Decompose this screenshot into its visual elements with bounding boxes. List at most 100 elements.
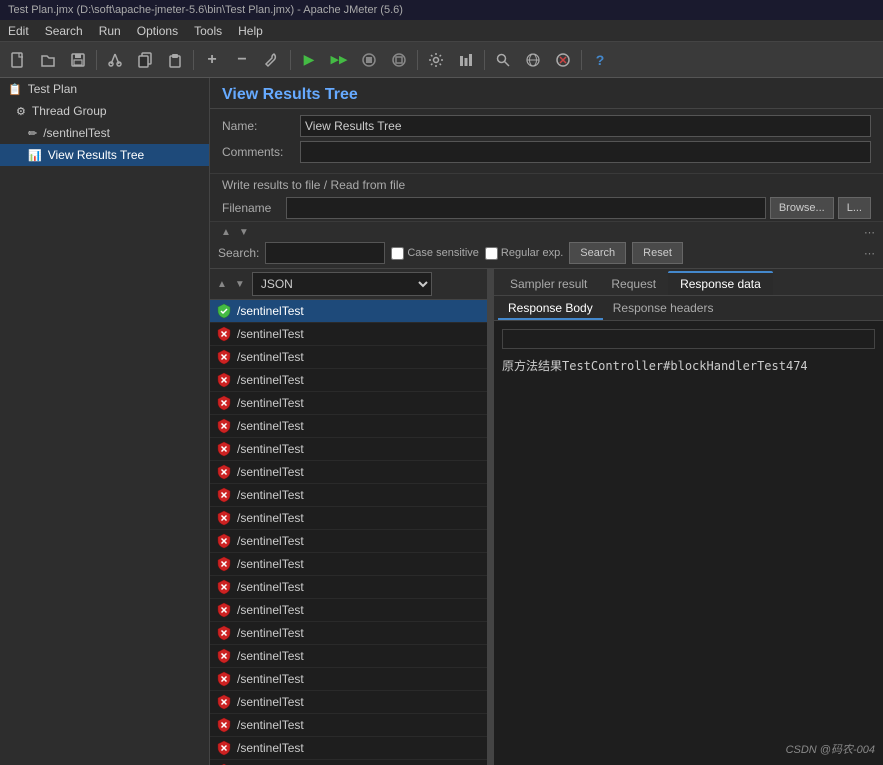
subtab-response-headers[interactable]: Response headers (603, 298, 724, 320)
comments-row: Comments: (222, 141, 871, 163)
result-item[interactable]: /sentinelTest (210, 691, 487, 714)
fail-icon (216, 510, 232, 526)
result-item-label: /sentinelTest (237, 580, 304, 594)
result-item[interactable]: /sentinelTest (210, 415, 487, 438)
sidebar-item-test-plan[interactable]: 📋 Test Plan (0, 78, 209, 100)
menu-run[interactable]: Run (91, 22, 129, 40)
result-item[interactable]: /sentinelTest (210, 392, 487, 415)
response-bar (502, 329, 875, 349)
subtab-response-body[interactable]: Response Body (498, 298, 603, 320)
detail-tabs: Sampler result Request Response data (494, 269, 883, 296)
menu-help[interactable]: Help (230, 22, 271, 40)
sidebar-item-view-results-tree[interactable]: 📊 View Results Tree (0, 144, 209, 166)
remote-stop-button[interactable] (549, 46, 577, 74)
result-item[interactable]: /sentinelTest (210, 507, 487, 530)
name-input[interactable] (300, 115, 871, 137)
results-area: ▲ ▼ JSON Text HTML XML Regexp Tester CSS… (210, 269, 883, 765)
result-item[interactable]: /sentinelTest (210, 369, 487, 392)
search-input[interactable] (265, 242, 385, 264)
cut-button[interactable] (101, 46, 129, 74)
save-button[interactable] (64, 46, 92, 74)
format-nav-down[interactable]: ▼ (232, 278, 248, 291)
top-dots-button[interactable]: ⋯ (864, 226, 875, 239)
settings-button[interactable] (422, 46, 450, 74)
format-bar: ▲ ▼ JSON Text HTML XML Regexp Tester CSS… (210, 269, 487, 300)
fail-icon (216, 395, 232, 411)
result-item[interactable]: /sentinelTest (210, 599, 487, 622)
format-select[interactable]: JSON Text HTML XML Regexp Tester CSS/JQu… (252, 272, 432, 296)
result-item[interactable]: /sentinelTest (210, 645, 487, 668)
result-item[interactable]: /sentinelTest (210, 300, 487, 323)
title-text: Test Plan.jmx (D:\soft\apache-jmeter-5.6… (8, 4, 403, 16)
tab-response-data[interactable]: Response data (668, 271, 773, 295)
info-button[interactable]: ? (586, 46, 614, 74)
format-nav-up[interactable]: ▲ (214, 278, 230, 291)
case-sensitive-label[interactable]: Case sensitive (391, 247, 479, 260)
menu-options[interactable]: Options (129, 22, 186, 40)
toolbar: + − ▶ ▶▶ ? (0, 42, 883, 78)
format-nav-arrows: ▲ ▼ (214, 278, 248, 291)
result-item-label: /sentinelTest (237, 373, 304, 387)
result-item[interactable]: /sentinelTest (210, 576, 487, 599)
menu-search[interactable]: Search (37, 22, 91, 40)
form-section: Name: Comments: (210, 109, 883, 174)
filename-input[interactable] (286, 197, 766, 219)
remove-button[interactable]: − (228, 46, 256, 74)
nav-up-icon[interactable]: ▲ (218, 226, 234, 239)
tab-sampler-result[interactable]: Sampler result (498, 271, 599, 295)
sidebar-item-sentinel-test[interactable]: ✏ /sentinelTest (0, 122, 209, 144)
result-item-label: /sentinelTest (237, 488, 304, 502)
fail-icon (216, 579, 232, 595)
sidebar-item-thread-group[interactable]: ⚙ Thread Group (0, 100, 209, 122)
result-item[interactable]: /sentinelTest (210, 668, 487, 691)
remote-start-button[interactable] (519, 46, 547, 74)
filename-label: Filename (222, 201, 282, 215)
regular-exp-label[interactable]: Regular exp. (485, 247, 563, 260)
tab-request[interactable]: Request (599, 271, 668, 295)
result-item[interactable]: /sentinelTest (210, 438, 487, 461)
start-button[interactable]: ▶ (295, 46, 323, 74)
result-item[interactable]: /sentinelTest (210, 461, 487, 484)
paste-button[interactable] (161, 46, 189, 74)
bottom-dots-button[interactable]: ⋯ (864, 247, 875, 260)
open-button[interactable] (34, 46, 62, 74)
detail-subtabs: Response Body Response headers (494, 296, 883, 321)
stop-button[interactable] (355, 46, 383, 74)
stop-now-button[interactable] (385, 46, 413, 74)
reset-button[interactable]: Reset (632, 242, 683, 264)
result-item[interactable]: /sentinelTest (210, 622, 487, 645)
fail-icon (216, 441, 232, 457)
result-item[interactable]: /sentinelTest (210, 553, 487, 576)
case-sensitive-checkbox[interactable] (391, 247, 404, 260)
new-button[interactable] (4, 46, 32, 74)
result-item[interactable]: /sentinelTest (210, 530, 487, 553)
result-item[interactable]: /sentinelTest (210, 346, 487, 369)
copy-button[interactable] (131, 46, 159, 74)
search-row: Search: Case sensitive Regular exp. Sear… (218, 242, 875, 264)
regular-exp-checkbox[interactable] (485, 247, 498, 260)
menu-tools[interactable]: Tools (186, 22, 230, 40)
fail-icon (216, 625, 232, 641)
browse-button[interactable]: Browse... (770, 197, 834, 219)
menu-edit[interactable]: Edit (0, 22, 37, 40)
comments-input[interactable] (300, 141, 871, 163)
result-item-label: /sentinelTest (237, 741, 304, 755)
tool-button[interactable] (258, 46, 286, 74)
main-layout: 📋 Test Plan ⚙ Thread Group ✏ /sentinelTe… (0, 78, 883, 765)
result-item-label: /sentinelTest (237, 419, 304, 433)
result-item[interactable]: /sentinelTest (210, 760, 487, 765)
watermark: CSDN @码农-004 (786, 741, 875, 757)
fail-icon (216, 556, 232, 572)
result-item[interactable]: /sentinelTest (210, 737, 487, 760)
sidebar-item-thread-group-label: Thread Group (32, 104, 107, 118)
result-item[interactable]: /sentinelTest (210, 714, 487, 737)
log-button[interactable]: L... (838, 197, 871, 219)
start-no-pause-button[interactable]: ▶▶ (325, 46, 353, 74)
result-item[interactable]: /sentinelTest (210, 323, 487, 346)
report-button[interactable] (452, 46, 480, 74)
search-button[interactable]: Search (569, 242, 626, 264)
search-toolbar-button[interactable] (489, 46, 517, 74)
result-item[interactable]: /sentinelTest (210, 484, 487, 507)
nav-down-icon[interactable]: ▼ (236, 226, 252, 239)
add-button[interactable]: + (198, 46, 226, 74)
